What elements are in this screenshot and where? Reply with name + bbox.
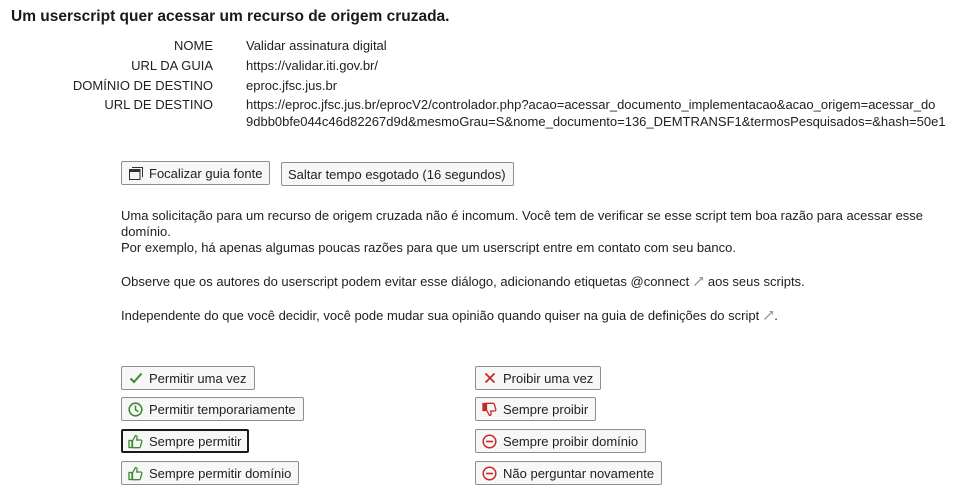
skip-timeout-label: Saltar tempo esgotado (16 segundos) <box>288 166 506 182</box>
explanation-line-1: Uma solicitação para um recurso de orige… <box>121 208 924 223</box>
clock-icon <box>128 401 143 417</box>
settings-note-text: Independente do que você decidir, você p… <box>121 308 645 323</box>
always-allow-label: Sempre permitir <box>149 433 242 449</box>
thumbs-down-icon <box>482 402 497 417</box>
skip-timeout-button[interactable]: Saltar tempo esgotado (16 segundos) <box>281 162 514 186</box>
explanation-paragraph-1: Uma solicitação para um recurso de orige… <box>121 208 966 256</box>
always-allow-button[interactable]: Sempre permitir <box>121 429 250 453</box>
explanation-line-3: Por exemplo, há apenas algumas poucas ra… <box>121 240 736 255</box>
always-deny-label: Sempre proibir <box>503 401 589 417</box>
focus-source-tab-label: Focalizar guia fonte <box>149 165 263 181</box>
thumbs-up-icon <box>128 466 143 481</box>
allow-temporarily-button[interactable]: Permitir temporariamente <box>121 397 304 421</box>
name-label: NOME <box>174 38 213 53</box>
never-ask-again-label: Não perguntar novamente <box>503 465 655 481</box>
tab-url-value: https://validar.iti.gov.br/ <box>246 58 378 73</box>
external-link-icon <box>694 276 704 286</box>
always-deny-button[interactable]: Sempre proibir <box>475 397 597 421</box>
explanation-paragraph-2: Observe que os autores do userscript pod… <box>121 274 805 290</box>
dialog-title: Um userscript quer acessar um recurso de… <box>11 8 450 25</box>
window-icon <box>128 166 143 181</box>
script-name-value: Validar assinatura digital <box>246 38 387 53</box>
allow-once-label: Permitir uma vez <box>149 370 247 386</box>
allow-temporarily-label: Permitir temporariamente <box>149 401 296 417</box>
always-deny-domain-label: Sempre proibir domínio <box>503 433 639 449</box>
explanation-line-2: domínio. <box>121 224 171 239</box>
target-url-value-line1: https://eproc.jfsc.jus.br/eprocV2/contro… <box>246 97 936 112</box>
allow-once-button[interactable]: Permitir uma vez <box>121 366 255 390</box>
checkmark-icon <box>128 371 143 386</box>
minus-circle-icon <box>482 433 497 449</box>
minus-circle-icon <box>482 465 497 481</box>
settings-note-tail: . <box>774 308 778 323</box>
target-url-label: URL DE DESTINO <box>104 97 213 112</box>
script-settings-link[interactable]: definições do script <box>648 308 774 323</box>
target-domain-label: DOMÍNIO DE DESTINO <box>72 78 213 93</box>
connect-tag-label: @connect <box>630 274 690 289</box>
explanation-paragraph-3: Independente do que você decidir, você p… <box>121 308 778 324</box>
always-deny-domain-button[interactable]: Sempre proibir domínio <box>475 429 647 453</box>
cross-origin-request-dialog: Um userscript quer acessar um recurso de… <box>0 0 969 493</box>
connect-note-text: Observe que os autores do userscript pod… <box>121 274 627 289</box>
deny-once-button[interactable]: Proibir uma vez <box>475 366 602 390</box>
connect-tag-link[interactable]: @connect <box>631 274 705 289</box>
deny-once-label: Proibir uma vez <box>503 370 594 386</box>
script-settings-label: definições do script <box>647 308 760 323</box>
x-icon <box>482 371 497 386</box>
tab-url-label: URL DA GUIA <box>131 58 213 73</box>
never-ask-again-button[interactable]: Não perguntar novamente <box>475 461 663 485</box>
external-link-icon <box>764 310 774 320</box>
target-url-value-line2: 9dbb0bfe044c46d82267d9d&mesmoGrau=S&nome… <box>246 114 946 129</box>
thumbs-up-icon <box>128 434 143 449</box>
connect-note-tail: aos seus scripts. <box>707 274 805 289</box>
target-domain-value: eproc.jfsc.jus.br <box>246 78 338 93</box>
focus-source-tab-button[interactable]: Focalizar guia fonte <box>121 161 271 185</box>
always-allow-domain-button[interactable]: Sempre permitir domínio <box>121 461 300 485</box>
always-allow-domain-label: Sempre permitir domínio <box>149 465 292 481</box>
